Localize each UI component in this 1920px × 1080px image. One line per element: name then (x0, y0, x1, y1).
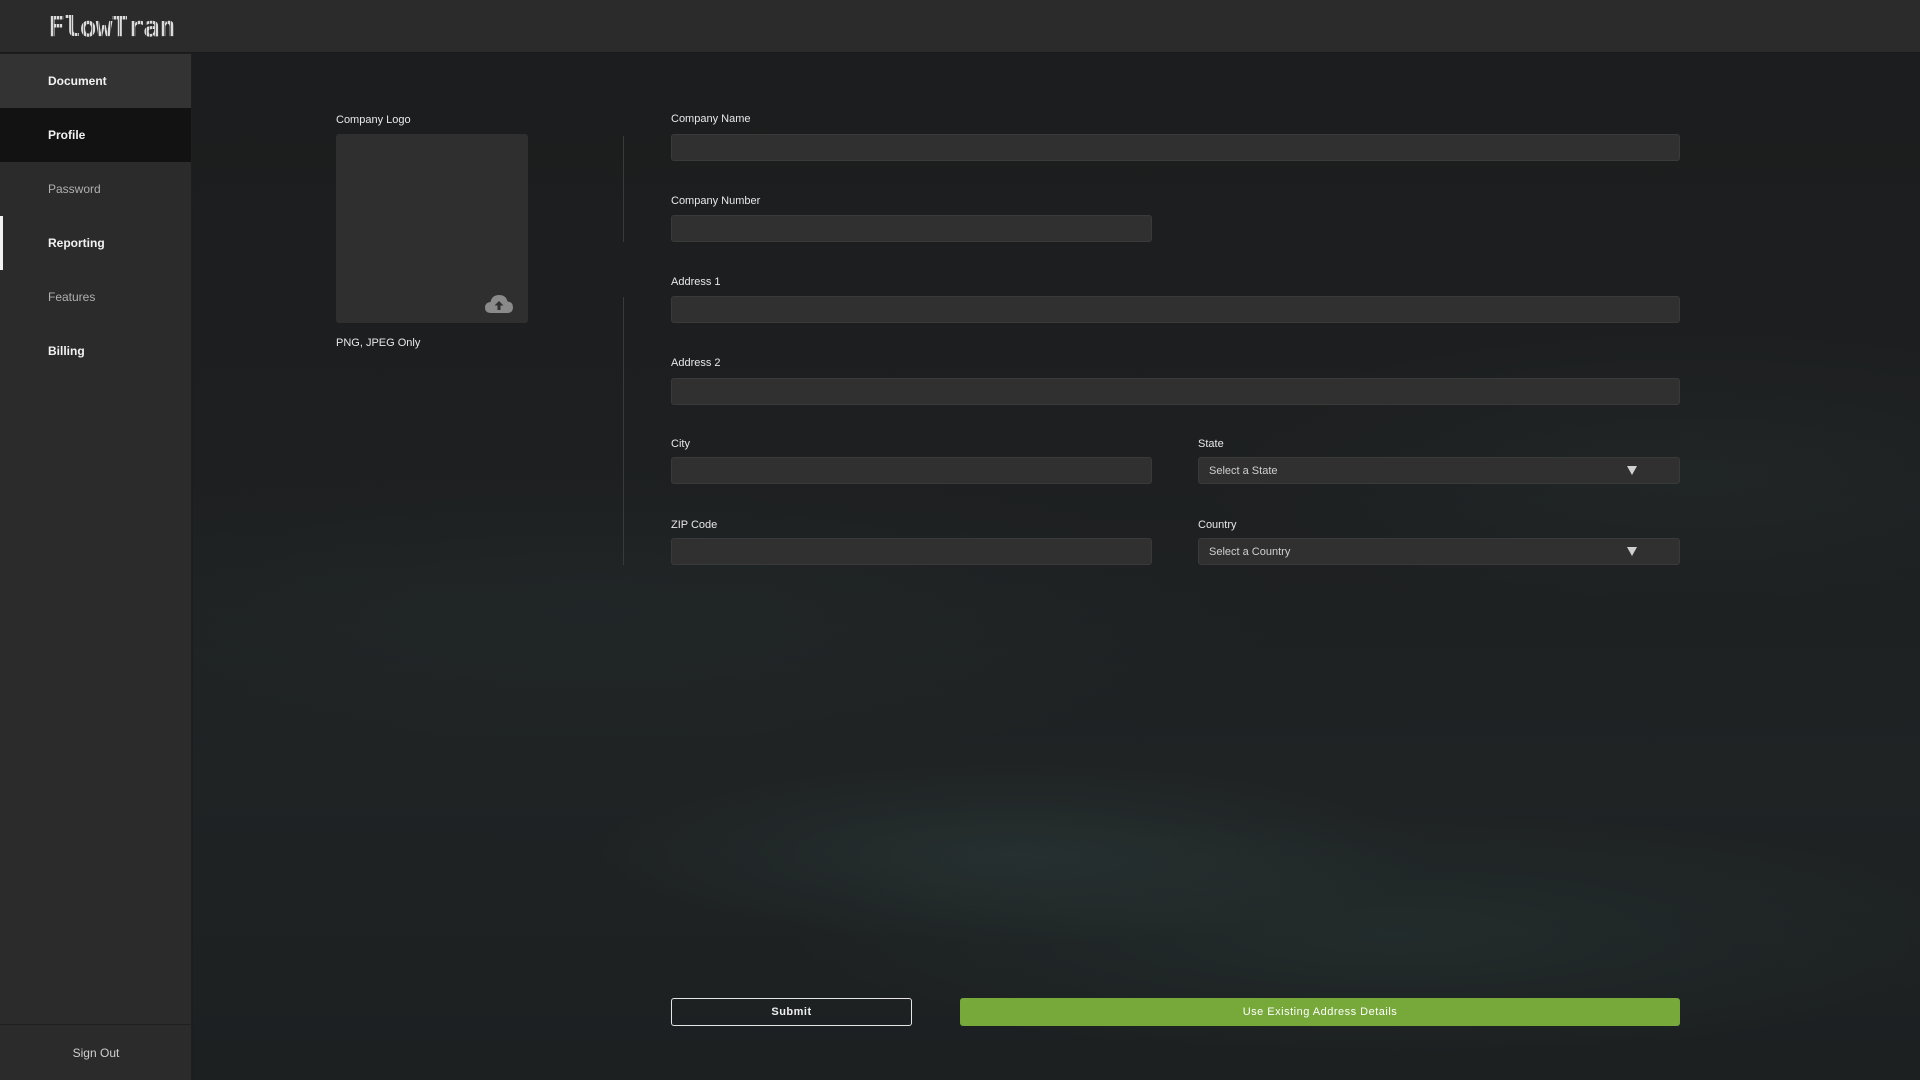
caret-down-icon (1627, 547, 1637, 556)
company-name-input[interactable] (671, 134, 1680, 161)
caret-down-icon (1627, 466, 1637, 475)
address1-input[interactable] (671, 296, 1680, 323)
sidebar-item-reporting[interactable]: Reporting (0, 216, 191, 270)
top-bar: FlowTran (0, 0, 1920, 53)
sidebar-item-password[interactable]: Password (0, 162, 191, 216)
submit-button-label: Submit (771, 1006, 812, 1018)
sidebar: Document Profile Password Reporting Feat… (0, 54, 192, 1080)
sidebar-item-label: Document (48, 74, 107, 88)
country-label: Country (1198, 519, 1237, 531)
sign-out-button[interactable]: Sign Out (0, 1024, 192, 1080)
country-select[interactable]: Select a Country (1198, 538, 1680, 565)
use-existing-address-label: Use Existing Address Details (1242, 1006, 1398, 1018)
state-label: State (1198, 438, 1224, 450)
divider-upper (623, 136, 624, 242)
logo-format-hint: PNG, JPEG Only (336, 337, 421, 349)
company-name-label: Company Name (671, 113, 751, 125)
sidebar-item-features[interactable]: Features (0, 270, 191, 324)
cloud-upload-icon (485, 295, 513, 313)
state-select-value: Select a State (1209, 464, 1278, 477)
company-logo-label: Company Logo (336, 114, 411, 126)
state-select[interactable]: Select a State (1198, 457, 1680, 484)
company-number-input[interactable] (671, 215, 1152, 242)
sidebar-item-document[interactable]: Document (0, 54, 191, 108)
sidebar-item-profile[interactable]: Profile (0, 108, 191, 162)
app-logo[interactable]: FlowTran (48, 10, 176, 43)
sidebar-item-label: Reporting (48, 236, 105, 250)
sidebar-item-billing[interactable]: Billing (0, 324, 191, 378)
sidebar-item-label: Features (48, 290, 96, 304)
use-existing-address-button[interactable]: Use Existing Address Details (960, 998, 1680, 1026)
company-logo-upload[interactable] (336, 134, 528, 323)
city-label: City (671, 438, 690, 450)
app-logo-text: FlowTran (48, 10, 176, 43)
zip-code-input[interactable] (671, 538, 1152, 565)
company-number-label: Company Number (671, 195, 761, 207)
zip-code-label: ZIP Code (671, 519, 718, 531)
country-select-value: Select a Country (1209, 545, 1291, 558)
sidebar-item-label: Password (48, 182, 101, 196)
sidebar-item-label: Profile (48, 128, 86, 142)
sidebar-item-label: Billing (48, 344, 85, 358)
divider-lower (623, 297, 624, 565)
submit-button[interactable]: Submit (671, 998, 912, 1026)
sign-out-label: Sign Out (72, 1045, 120, 1060)
address2-input[interactable] (671, 378, 1680, 405)
city-input[interactable] (671, 457, 1152, 484)
address2-label: Address 2 (671, 357, 721, 369)
address1-label: Address 1 (671, 276, 721, 288)
